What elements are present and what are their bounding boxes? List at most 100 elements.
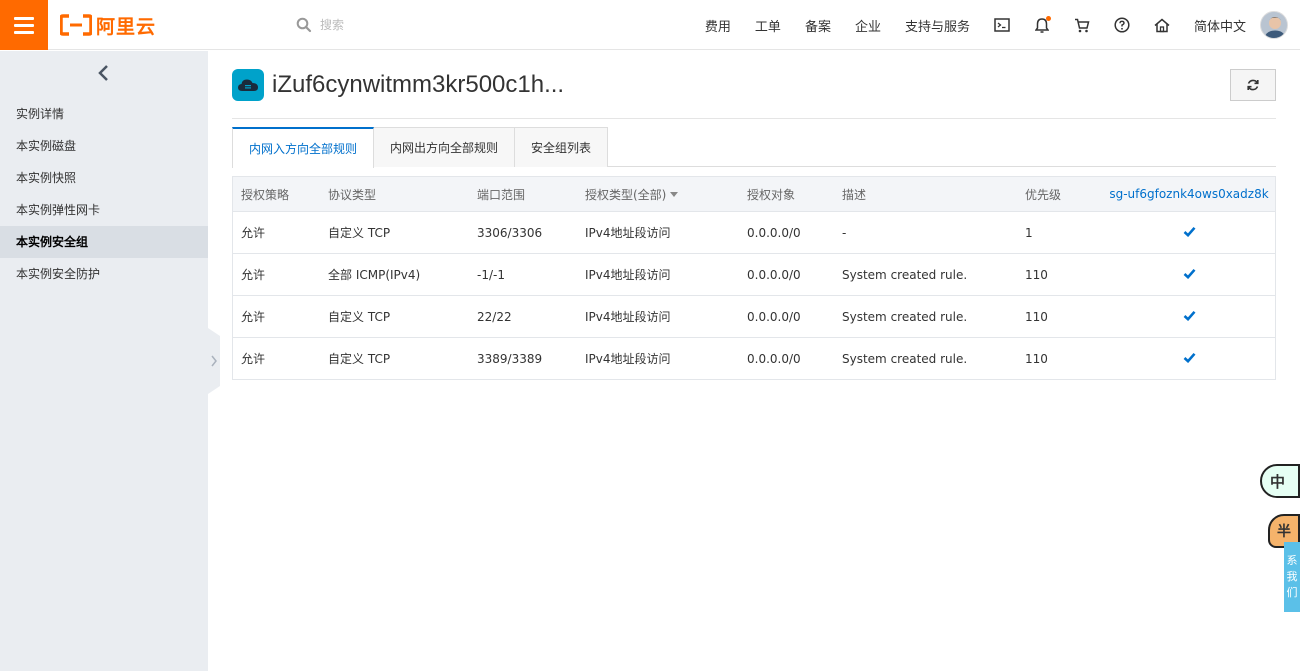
tab-bar: 内网入方向全部规则 内网出方向全部规则 安全组列表: [232, 127, 1276, 168]
widget-mascot-bubble[interactable]: 中: [1260, 464, 1300, 498]
cell-auth-object: 0.0.0.0/0: [747, 309, 801, 324]
contact-char: 我: [1286, 570, 1298, 583]
title-row: iZuf6cynwitmm3kr500c1h...: [232, 51, 1276, 119]
cell-policy: 允许: [241, 310, 266, 324]
col-port-range: 端口范围: [477, 187, 526, 202]
table-row: 允许 全部 ICMP(IPv4) -1/-1 IPv4地址段访问 0.0.0.0…: [233, 253, 1275, 295]
contact-us-tab[interactable]: 系 我 们: [1284, 542, 1300, 612]
cell-protocol: 自定义 TCP: [328, 226, 391, 240]
cell-auth-type: IPv4地址段访问: [585, 352, 671, 366]
refresh-button[interactable]: [1230, 69, 1276, 101]
contact-char: 们: [1286, 586, 1298, 599]
col-protocol: 协议类型: [328, 187, 377, 202]
cell-auth-object: 0.0.0.0/0: [747, 351, 801, 366]
sidebar-item-security-protection[interactable]: 本实例安全防护: [0, 258, 208, 290]
notification-dot: [1045, 16, 1051, 21]
cell-protocol: 自定义 TCP: [328, 352, 391, 366]
top-bar: 阿里云 搜索 费用 工单 备案 企业 支持与服务 简体中文: [0, 0, 1300, 50]
cell-description: System created rule.: [842, 351, 968, 366]
bell-icon[interactable]: [1034, 16, 1051, 33]
checkmark-icon: [1103, 268, 1275, 282]
cell-protocol: 自定义 TCP: [328, 310, 391, 324]
sidebar-back-button[interactable]: [0, 51, 208, 95]
tab-outbound-rules[interactable]: 内网出方向全部规则: [373, 127, 516, 167]
nav-tickets[interactable]: 工单: [755, 16, 781, 35]
chevron-right-icon: [211, 355, 217, 367]
table-row: 允许 自定义 TCP 3306/3306 IPv4地址段访问 0.0.0.0/0…: [233, 211, 1275, 253]
rules-table: 授权策略 协议类型 端口范围 授权类型(全部) 授权对象 描述 优先级 sg-u…: [232, 176, 1276, 380]
cell-priority: 1: [1025, 225, 1033, 240]
nav-support[interactable]: 支持与服务: [905, 16, 970, 35]
cell-policy: 允许: [241, 226, 266, 240]
cell-port-range: -1/-1: [477, 267, 505, 282]
cell-port-range: 3389/3389: [477, 351, 543, 366]
cell-protocol: 全部 ICMP(IPv4): [328, 268, 421, 282]
cell-auth-type: IPv4地址段访问: [585, 226, 671, 240]
contact-char: 系: [1286, 554, 1298, 567]
checkmark-icon: [1103, 310, 1275, 324]
checkmark-icon: [1103, 226, 1275, 240]
col-priority: 优先级: [1025, 187, 1062, 202]
help-icon[interactable]: [1114, 17, 1130, 33]
chevron-left-icon: [98, 65, 108, 81]
cell-description: -: [842, 225, 847, 240]
cell-priority: 110: [1025, 309, 1048, 324]
logo-text: 阿里云: [96, 15, 157, 38]
table-row: 允许 自定义 TCP 3389/3389 IPv4地址段访问 0.0.0.0/0…: [233, 337, 1275, 379]
cell-auth-type: IPv4地址段访问: [585, 268, 671, 282]
cell-priority: 110: [1025, 267, 1048, 282]
cell-auth-object: 0.0.0.0/0: [747, 267, 801, 282]
nav-billing[interactable]: 费用: [705, 16, 731, 35]
cell-auth-type: IPv4地址段访问: [585, 310, 671, 324]
security-group-id-link[interactable]: sg-uf6gfoznk4ows0xadz8k: [1103, 187, 1275, 201]
checkmark-icon: [1103, 352, 1275, 366]
table-header: 授权策略 协议类型 端口范围 授权类型(全部) 授权对象 描述 优先级 sg-u…: [233, 177, 1275, 211]
home-icon[interactable]: [1154, 17, 1170, 33]
sidebar-item-disks[interactable]: 本实例磁盘: [0, 130, 208, 162]
cell-description: System created rule.: [842, 267, 968, 282]
user-avatar[interactable]: [1260, 11, 1288, 39]
cell-description: System created rule.: [842, 309, 968, 324]
cell-policy: 允许: [241, 352, 266, 366]
menu-line: [14, 16, 34, 20]
sidebar-item-eni[interactable]: 本实例弹性网卡: [0, 194, 208, 226]
tab-inbound-rules[interactable]: 内网入方向全部规则: [232, 127, 375, 168]
sidebar-item-security-groups[interactable]: 本实例安全组: [0, 226, 208, 258]
table-row: 允许 自定义 TCP 22/22 IPv4地址段访问 0.0.0.0/0 Sys…: [233, 295, 1275, 337]
cell-priority: 110: [1025, 351, 1048, 366]
floating-contact-widget[interactable]: 中 半 系 我 们: [1260, 462, 1300, 612]
menu-line: [14, 30, 34, 34]
language-switch[interactable]: 简体中文: [1194, 16, 1246, 35]
tab-security-group-list[interactable]: 安全组列表: [514, 127, 609, 167]
col-auth-object: 授权对象: [747, 187, 796, 202]
sidebar-collapse-toggle[interactable]: [208, 328, 220, 394]
hamburger-menu-button[interactable]: [0, 0, 48, 50]
caret-down-icon: [670, 191, 679, 197]
cell-policy: 允许: [241, 268, 266, 282]
search-box[interactable]: 搜索: [296, 16, 344, 33]
aliyun-logo[interactable]: 阿里云: [60, 12, 156, 38]
ecs-instance-icon: [232, 68, 264, 101]
aliyun-logo-icon: [60, 14, 92, 36]
nav-enterprise[interactable]: 企业: [855, 16, 881, 35]
menu-line: [14, 23, 34, 27]
col-auth-type-filter[interactable]: 授权类型(全部): [585, 186, 747, 203]
col-description: 描述: [842, 187, 867, 202]
cell-auth-object: 0.0.0.0/0: [747, 225, 801, 240]
col-policy: 授权策略: [241, 187, 290, 202]
main-content: iZuf6cynwitmm3kr500c1h... 内网入方向全部规则 内网出方…: [232, 51, 1276, 380]
top-nav: 费用 工单 备案 企业 支持与服务 简体中文: [705, 0, 1300, 50]
sidebar: 实例详情 本实例磁盘 本实例快照 本实例弹性网卡 本实例安全组 本实例安全防护: [0, 51, 208, 671]
refresh-icon: [1247, 79, 1259, 91]
cell-port-range: 22/22: [477, 309, 512, 324]
sidebar-item-snapshots[interactable]: 本实例快照: [0, 162, 208, 194]
nav-icp-filing[interactable]: 备案: [805, 16, 831, 35]
search-placeholder: 搜索: [320, 18, 345, 32]
col-auth-type: 授权类型(全部): [585, 187, 667, 202]
cart-icon[interactable]: [1074, 17, 1090, 33]
sidebar-item-instance-details[interactable]: 实例详情: [0, 98, 208, 130]
cell-port-range: 3306/3306: [477, 225, 543, 240]
page-title: iZuf6cynwitmm3kr500c1h...: [272, 70, 565, 98]
terminal-icon[interactable]: [994, 17, 1010, 33]
search-icon: [296, 17, 312, 32]
